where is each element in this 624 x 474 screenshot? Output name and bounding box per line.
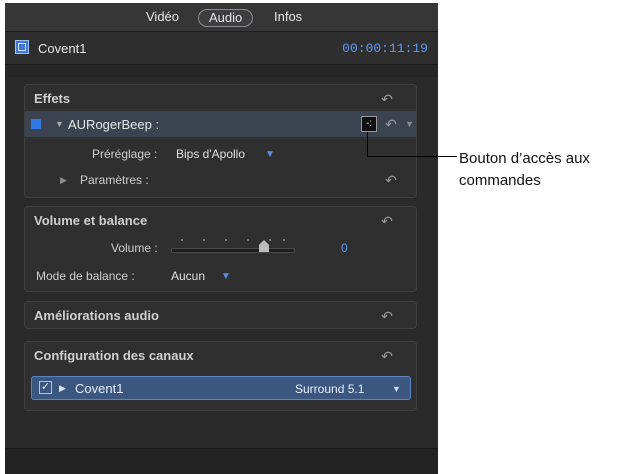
effects-title: Effets xyxy=(34,91,71,106)
inspector-footer xyxy=(5,448,438,474)
pan-mode-value[interactable]: Aucun xyxy=(171,269,205,283)
parameters-row: ▶ Paramètres : ↶ xyxy=(25,167,416,193)
channels-header: Configuration des canaux ↶ xyxy=(25,342,416,368)
effect-reset-icon[interactable]: ↶ xyxy=(384,117,398,131)
channel-disclosure-icon[interactable]: ▶ xyxy=(59,383,66,394)
slider-tick xyxy=(225,239,227,241)
effect-enable-checkbox[interactable] xyxy=(31,119,41,129)
channel-config-row[interactable]: ✓ ▶ Covent1 Surround 5.1 ▼ xyxy=(31,376,411,400)
parameters-disclosure-icon[interactable]: ▶ xyxy=(60,175,67,186)
volume-row: Volume : 0 xyxy=(25,235,416,261)
effects-section: Effets ↶ ▼ AURogerBeep : -: ↶ ▼ Prérégla… xyxy=(24,84,417,198)
slider-tick xyxy=(283,239,285,241)
tab-video[interactable]: Vidéo xyxy=(146,9,179,25)
enhancements-reset-icon[interactable]: ↶ xyxy=(380,309,394,323)
preset-row: Préréglage : Bips d'Apollo ▼ xyxy=(25,141,416,167)
slider-tick xyxy=(269,239,271,241)
pan-mode-label: Mode de balance : xyxy=(36,269,135,283)
effect-name: AURogerBeep : xyxy=(68,117,160,132)
volume-header: Volume et balance ↶ xyxy=(25,207,416,233)
pan-mode-chevron-down-icon[interactable]: ▼ xyxy=(221,271,231,282)
clip-icon xyxy=(15,40,29,54)
tab-infos[interactable]: Infos xyxy=(274,9,302,25)
controls-window-icon[interactable]: -: xyxy=(361,116,377,132)
preset-value[interactable]: Bips d'Apollo xyxy=(176,147,245,161)
volume-title: Volume et balance xyxy=(34,213,148,228)
clip-name: Covent1 xyxy=(38,41,87,56)
enhancements-header[interactable]: Améliorations audio ↶ xyxy=(25,302,416,328)
channels-reset-icon[interactable]: ↶ xyxy=(380,349,394,363)
inspector-tabbar: Vidéo Audio Infos xyxy=(5,3,438,32)
channel-config-chevron-down-icon[interactable]: ▼ xyxy=(392,384,401,394)
slider-tick xyxy=(247,239,249,241)
channel-config-value[interactable]: Surround 5.1 xyxy=(295,382,364,396)
volume-label: Volume : xyxy=(111,241,158,255)
pan-row: Mode de balance : Aucun ▼ xyxy=(25,263,416,289)
volume-reset-icon[interactable]: ↶ xyxy=(380,214,394,228)
slider-tick xyxy=(203,239,205,241)
volume-slider-knob[interactable] xyxy=(259,240,269,252)
volume-section: Volume et balance ↶ Volume : 0 Mode de b… xyxy=(24,206,417,292)
clip-header: Covent1 00:00:11:19 xyxy=(5,32,438,65)
callout-leader-horizontal xyxy=(367,156,457,157)
header-divider xyxy=(5,65,438,77)
channel-clip-name: Covent1 xyxy=(75,381,124,396)
channels-title: Configuration des canaux xyxy=(34,348,194,363)
channel-enable-checkbox[interactable]: ✓ xyxy=(39,381,52,394)
enhancements-section: Améliorations audio ↶ xyxy=(24,301,417,329)
preset-chevron-down-icon[interactable]: ▼ xyxy=(265,149,275,160)
clip-timecode: 00:00:11:19 xyxy=(342,41,428,56)
parameters-reset-icon[interactable]: ↶ xyxy=(384,173,398,187)
tab-audio[interactable]: Audio xyxy=(198,9,254,27)
effect-menu-chevron-icon[interactable]: ▼ xyxy=(405,119,414,129)
effect-disclosure-icon[interactable]: ▼ xyxy=(55,119,64,129)
effects-reset-icon[interactable]: ↶ xyxy=(380,92,394,106)
slider-tick xyxy=(181,239,183,241)
enhancements-title: Améliorations audio xyxy=(34,308,159,323)
channels-section: Configuration des canaux ↶ ✓ ▶ Covent1 S… xyxy=(24,341,417,411)
callout-label: Bouton d’accès aux commandes xyxy=(459,150,590,189)
preset-label: Préréglage : xyxy=(92,147,158,161)
audio-inspector: Vidéo Audio Infos Covent1 00:00:11:19 Ef… xyxy=(5,3,438,474)
effects-header: Effets ↶ xyxy=(25,85,416,111)
effect-row[interactable]: ▼ AURogerBeep : -: ↶ ▼ xyxy=(25,111,416,137)
parameters-label: Paramètres : xyxy=(80,173,149,187)
volume-value[interactable]: 0 xyxy=(341,241,348,255)
volume-slider-track[interactable] xyxy=(171,248,295,253)
callout-leader-vertical xyxy=(367,132,368,156)
